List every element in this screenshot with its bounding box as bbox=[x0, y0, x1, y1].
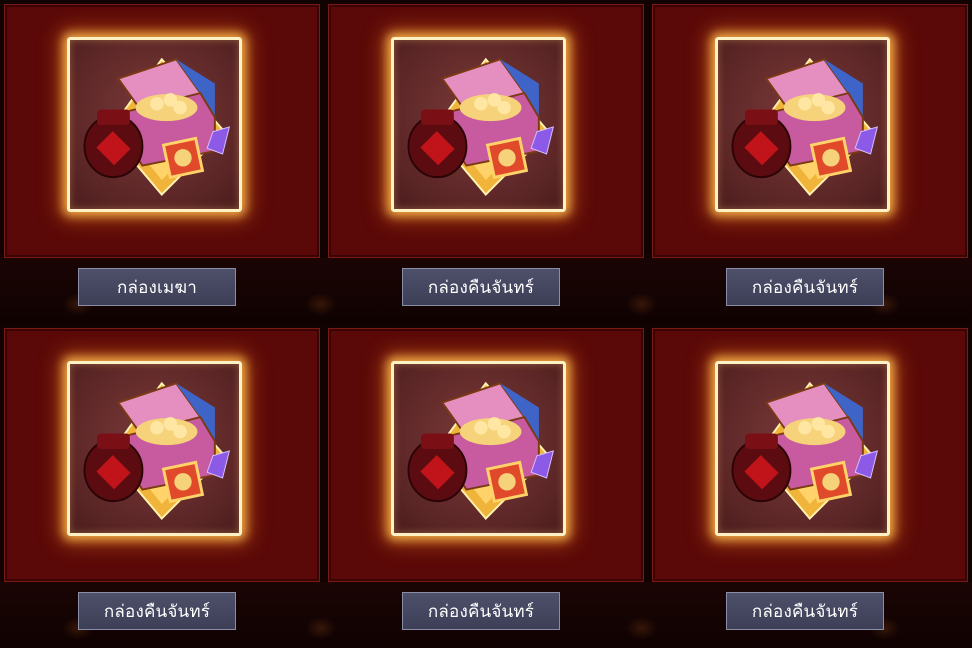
item-grid: กล่องเมฆา กล่องคืนจันทร์ กล่องคืนจันทร์ … bbox=[0, 0, 972, 648]
treasure-chest-icon bbox=[731, 381, 879, 520]
treasure-chest-icon bbox=[731, 57, 879, 196]
item-frame[interactable] bbox=[715, 37, 890, 212]
item-label-button[interactable]: กล่องคืนจันทร์ bbox=[726, 268, 884, 306]
item-label-button[interactable]: กล่องคืนจันทร์ bbox=[78, 592, 236, 630]
item-frame[interactable] bbox=[391, 361, 566, 536]
item-label-button[interactable]: กล่องเมฆา bbox=[78, 268, 236, 306]
treasure-chest-icon bbox=[407, 57, 555, 196]
treasure-chest-icon bbox=[83, 57, 231, 196]
item-label-button[interactable]: กล่องคืนจันทร์ bbox=[402, 268, 560, 306]
item-frame[interactable] bbox=[391, 37, 566, 212]
treasure-chest-icon bbox=[407, 381, 555, 520]
item-label-button[interactable]: กล่องคืนจันทร์ bbox=[726, 592, 884, 630]
item-frame[interactable] bbox=[67, 361, 242, 536]
treasure-chest-icon bbox=[83, 381, 231, 520]
item-label-button[interactable]: กล่องคืนจันทร์ bbox=[402, 592, 560, 630]
item-frame[interactable] bbox=[67, 37, 242, 212]
item-frame[interactable] bbox=[715, 361, 890, 536]
